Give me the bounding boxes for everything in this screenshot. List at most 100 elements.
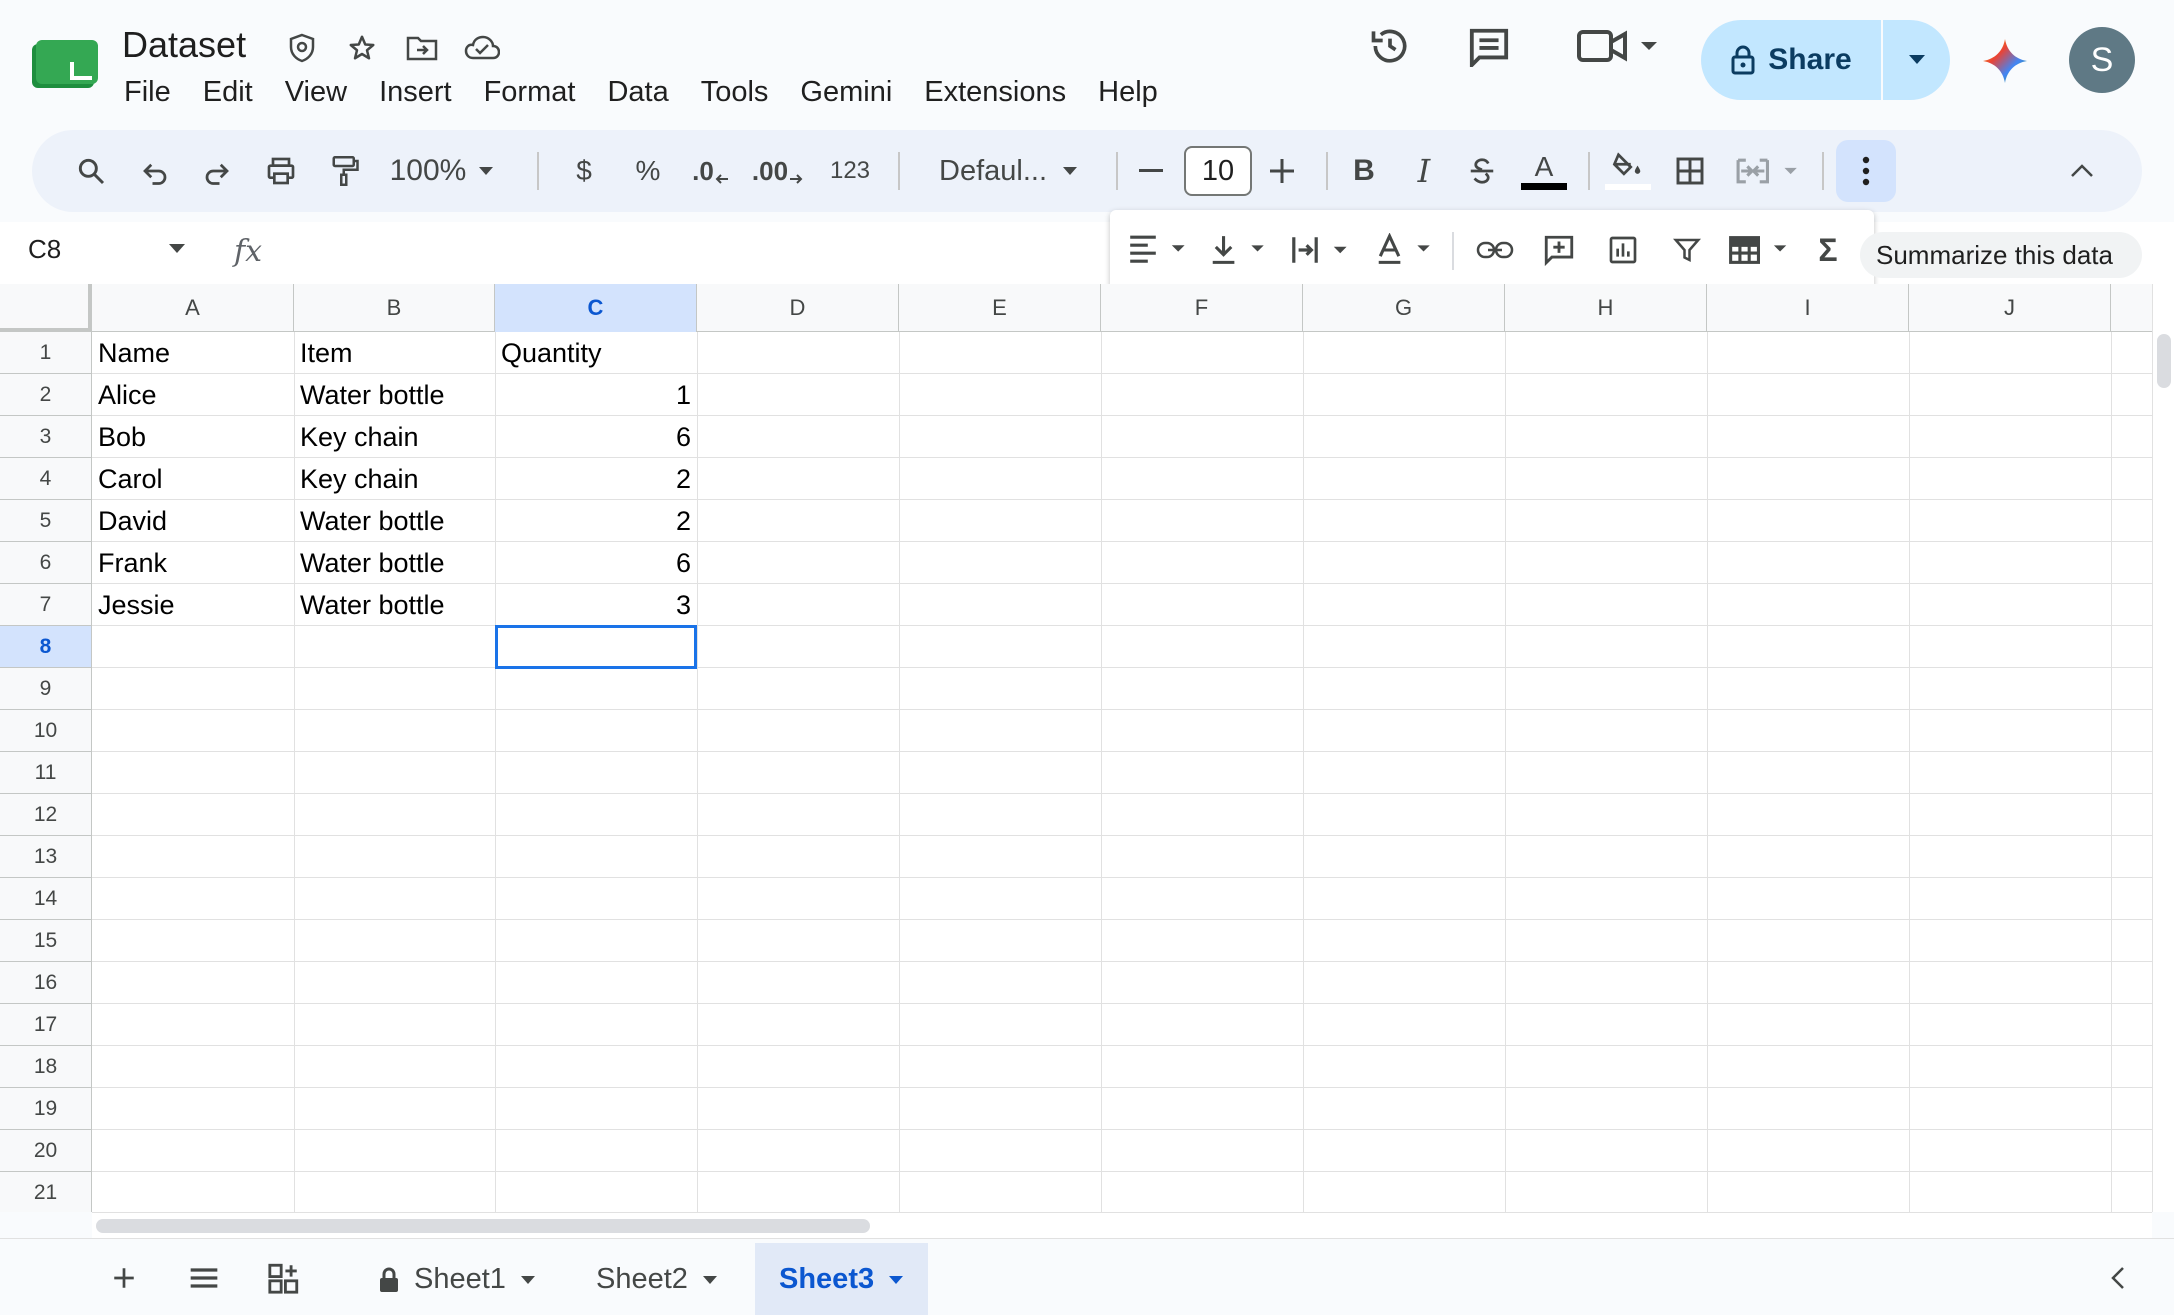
name-box-dropdown-icon[interactable] [168, 242, 186, 260]
row-header-17[interactable]: 17 [0, 1004, 92, 1046]
column-header-b[interactable]: B [294, 284, 495, 332]
text-rotation-icon[interactable] [1372, 210, 1438, 290]
zoom-value[interactable]: 100% [388, 130, 468, 212]
cell-b2[interactable]: Water bottle [294, 374, 496, 416]
document-title[interactable]: Dataset [122, 24, 246, 66]
cell-b4[interactable]: Key chain [294, 458, 496, 500]
vertical-scroll-thumb[interactable] [2157, 334, 2171, 388]
italic-button[interactable]: I [1396, 130, 1452, 212]
column-header-g[interactable]: G [1303, 284, 1505, 332]
menu-gemini[interactable]: Gemini [784, 72, 908, 112]
summarize-data-chip[interactable]: Summarize this data [1860, 232, 2142, 278]
cell-c4[interactable]: 2 [495, 458, 697, 500]
cloud-saved-icon[interactable] [462, 28, 502, 68]
menu-help[interactable]: Help [1082, 72, 1174, 112]
functions-button[interactable]: Σ [1800, 210, 1856, 290]
row-header-9[interactable]: 9 [0, 668, 92, 710]
borders-icon[interactable] [1660, 130, 1720, 212]
cell-c1[interactable]: Quantity [495, 332, 697, 374]
currency-format-button[interactable]: $ [562, 130, 606, 212]
column-header-e[interactable]: E [899, 284, 1101, 332]
horizontal-scroll-thumb[interactable] [96, 1219, 870, 1233]
cell-c6[interactable]: 6 [495, 542, 697, 584]
column-header-j[interactable]: J [1909, 284, 2111, 332]
sheet-tab-sheet1[interactable]: Sheet1 [354, 1243, 560, 1315]
increase-decimal-button[interactable]: .00 [746, 130, 810, 212]
merge-cells-icon[interactable] [1724, 130, 1814, 212]
collapse-menus-icon[interactable] [2052, 130, 2112, 212]
column-header-d[interactable]: D [697, 284, 899, 332]
undo-icon[interactable] [130, 130, 180, 212]
row-header-20[interactable]: 20 [0, 1130, 92, 1172]
cell-b6[interactable]: Water bottle [294, 542, 496, 584]
table-view-icon[interactable] [1720, 210, 1800, 290]
row-header-3[interactable]: 3 [0, 416, 92, 458]
row-header-4[interactable]: 4 [0, 458, 92, 500]
row-header-14[interactable]: 14 [0, 878, 92, 920]
zoom-dropdown-icon[interactable] [470, 130, 502, 212]
cell-a6[interactable]: Frank [92, 542, 294, 584]
row-header-5[interactable]: 5 [0, 500, 92, 542]
insert-chart-icon[interactable] [1590, 210, 1656, 290]
comments-icon[interactable] [1461, 18, 1517, 74]
insert-link-icon[interactable] [1462, 210, 1528, 290]
select-all-corner[interactable] [0, 284, 92, 332]
move-folder-icon[interactable] [402, 28, 442, 68]
cell-a1[interactable]: Name [92, 332, 294, 374]
filter-icon[interactable] [1654, 210, 1720, 290]
bold-button[interactable]: B [1336, 130, 1392, 212]
percent-format-button[interactable]: % [626, 130, 670, 212]
menu-view[interactable]: View [269, 72, 363, 112]
more-options-icon[interactable] [1836, 140, 1896, 202]
menu-format[interactable]: Format [468, 72, 592, 112]
text-color-button[interactable]: A [1514, 130, 1574, 212]
active-cell-selection[interactable] [495, 625, 697, 669]
row-header-8[interactable]: 8 [0, 626, 92, 668]
menu-tools[interactable]: Tools [685, 72, 785, 112]
cell-b7[interactable]: Water bottle [294, 584, 496, 626]
cell-c5[interactable]: 2 [495, 500, 697, 542]
row-header-12[interactable]: 12 [0, 794, 92, 836]
font-size-input[interactable]: 10 [1184, 146, 1252, 196]
sheet-tab-sheet3[interactable]: Sheet3 [755, 1243, 929, 1315]
column-header-i[interactable]: I [1707, 284, 1909, 332]
sheet-tab-sheet2[interactable]: Sheet2 [572, 1243, 742, 1315]
spreadsheet-grid[interactable]: A B C D E F G H I J 1 2 3 4 5 6 7 8 9 10 11 12 13 14 1… [0, 284, 2152, 1212]
row-header-7[interactable]: 7 [0, 584, 92, 626]
vertical-scrollbar[interactable] [2152, 284, 2174, 1212]
row-header-6[interactable]: 6 [0, 542, 92, 584]
horizontal-align-icon[interactable] [1126, 210, 1192, 290]
sheet-components-icon[interactable] [256, 1239, 312, 1315]
name-box[interactable]: C8 [28, 234, 61, 265]
column-header-a[interactable]: A [92, 284, 294, 332]
row-header-1[interactable]: 1 [0, 332, 92, 374]
cell-c7[interactable]: 3 [495, 584, 697, 626]
print-icon[interactable] [256, 130, 306, 212]
decrease-font-size-icon[interactable] [1122, 130, 1180, 212]
star-icon[interactable] [342, 28, 382, 68]
cell-a3[interactable]: Bob [92, 416, 294, 458]
share-dropdown-icon[interactable] [1883, 20, 1950, 100]
version-history-icon[interactable] [1362, 18, 1418, 74]
row-header-10[interactable]: 10 [0, 710, 92, 752]
strikethrough-icon[interactable] [1454, 130, 1510, 212]
text-wrapping-icon[interactable] [1288, 210, 1354, 290]
menu-insert[interactable]: Insert [363, 72, 468, 112]
horizontal-scrollbar[interactable] [92, 1212, 2152, 1238]
column-header-h[interactable]: H [1505, 284, 1707, 332]
shield-icon[interactable] [282, 28, 322, 68]
menu-data[interactable]: Data [591, 72, 684, 112]
row-header-19[interactable]: 19 [0, 1088, 92, 1130]
meet-video-icon[interactable] [1572, 18, 1662, 74]
menu-file[interactable]: File [108, 72, 187, 112]
explore-collapse-icon[interactable] [2090, 1239, 2146, 1315]
row-header-18[interactable]: 18 [0, 1046, 92, 1088]
row-header-11[interactable]: 11 [0, 752, 92, 794]
cell-b5[interactable]: Water bottle [294, 500, 496, 542]
redo-icon[interactable] [192, 130, 242, 212]
increase-font-size-icon[interactable] [1252, 130, 1312, 212]
cell-c3[interactable]: 6 [495, 416, 697, 458]
gemini-icon[interactable] [1980, 36, 2030, 86]
share-button[interactable]: Share [1701, 20, 1883, 100]
font-dropdown-icon[interactable] [1040, 130, 1100, 212]
